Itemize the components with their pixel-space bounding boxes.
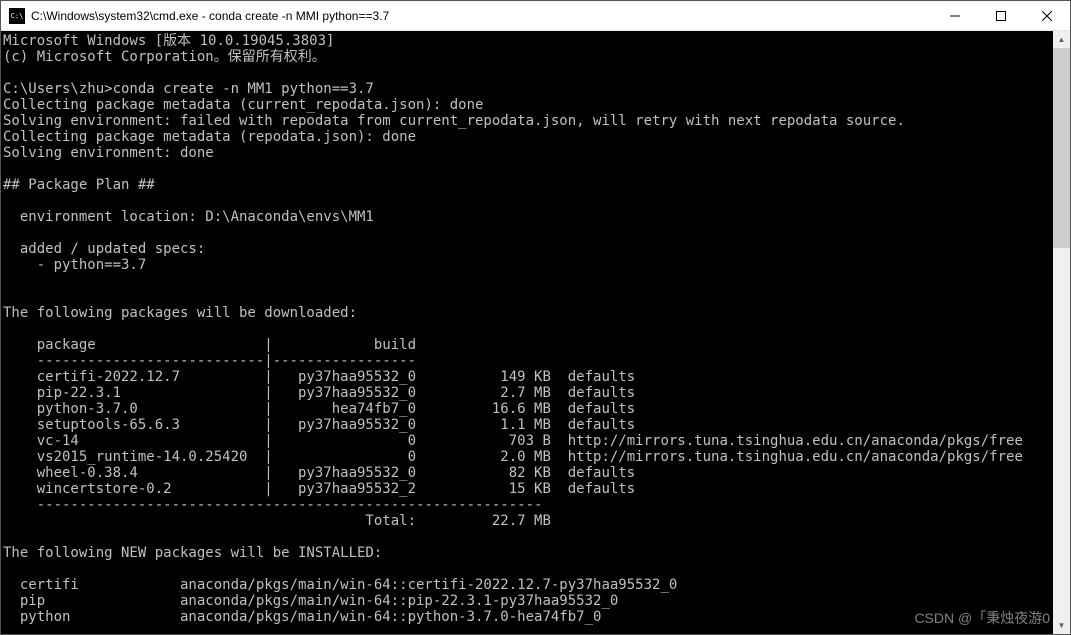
window-controls bbox=[932, 1, 1070, 30]
vertical-scrollbar[interactable]: ▲ ▼ bbox=[1053, 31, 1070, 634]
cmd-icon: C:\ bbox=[9, 8, 25, 24]
window-title: C:\Windows\system32\cmd.exe - conda crea… bbox=[31, 9, 932, 23]
scroll-thumb[interactable] bbox=[1053, 48, 1070, 248]
close-button[interactable] bbox=[1024, 1, 1070, 31]
titlebar[interactable]: C:\ C:\Windows\system32\cmd.exe - conda … bbox=[1, 1, 1070, 31]
terminal-area: Microsoft Windows [版本 10.0.19045.3803] (… bbox=[1, 31, 1070, 634]
scroll-down-button[interactable]: ▼ bbox=[1053, 617, 1070, 634]
maximize-button[interactable] bbox=[978, 1, 1024, 31]
cmd-window: C:\ C:\Windows\system32\cmd.exe - conda … bbox=[0, 0, 1071, 635]
scroll-up-button[interactable]: ▲ bbox=[1053, 31, 1070, 48]
terminal-output[interactable]: Microsoft Windows [版本 10.0.19045.3803] (… bbox=[1, 31, 1070, 634]
minimize-button[interactable] bbox=[932, 1, 978, 31]
